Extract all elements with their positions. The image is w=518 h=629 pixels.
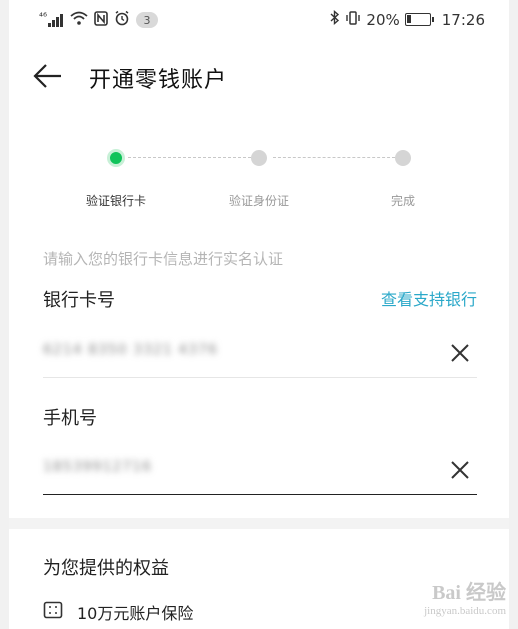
- bluetooth-icon: [330, 9, 340, 29]
- step-label-complete: 完成: [390, 194, 415, 208]
- phone-label: 手机号: [43, 408, 97, 429]
- step-dot-complete: [395, 150, 411, 166]
- page-title: 开通零钱账户: [89, 68, 228, 93]
- clear-card-number-button[interactable]: [447, 340, 473, 366]
- step-label-verify-card: 验证银行卡: [85, 194, 146, 208]
- arrow-left-icon: [33, 64, 61, 88]
- card-icon: [43, 601, 63, 623]
- baidu-jingyan-watermark: Bai 经验 jingyan.baidu.com: [424, 576, 506, 617]
- screen-edge-right: [509, 0, 518, 629]
- step-connector: [128, 157, 251, 158]
- phone-value: 18539912716: [43, 459, 152, 475]
- status-left: ⁴⁶ 3: [39, 10, 159, 30]
- step-dot-verify-id: [251, 150, 267, 166]
- notification-count-badge: 3: [136, 12, 159, 28]
- card-number-label: 银行卡号: [43, 290, 115, 311]
- battery-level-fill: [406, 15, 411, 23]
- benefit-text: 10万元账户保险: [77, 604, 194, 623]
- nfc-icon: [94, 10, 108, 30]
- close-icon: [451, 461, 469, 479]
- card-number-field[interactable]: 6214 8350 3321 4376: [43, 330, 477, 378]
- vibrate-icon: [345, 10, 361, 29]
- app-screen: ⁴⁶ 3 20% 17:26 开通零钱账户 验证银行卡 验证身份证 完成 请输入…: [0, 0, 518, 629]
- watermark-logo: Bai 经验: [432, 582, 506, 604]
- step-connector: [273, 157, 395, 158]
- clear-phone-button[interactable]: [447, 457, 473, 483]
- battery-percent: 20%: [366, 10, 400, 29]
- status-bar: ⁴⁶ 3 20% 17:26: [9, 0, 509, 40]
- benefits-title: 为您提供的权益: [43, 558, 169, 579]
- step-label-verify-id: 验证身份证: [228, 194, 289, 208]
- wifi-icon: [70, 11, 88, 29]
- status-time: 17:26: [441, 10, 485, 29]
- screen-edge-left: [0, 0, 9, 629]
- back-button[interactable]: [31, 60, 65, 92]
- battery-icon: [404, 13, 434, 26]
- progress-steps: 验证银行卡 验证身份证 完成: [9, 140, 509, 220]
- supported-banks-link[interactable]: 查看支持银行: [381, 286, 477, 310]
- close-icon: [451, 344, 469, 362]
- network-type: ⁴⁶: [39, 12, 48, 23]
- alarm-icon: [114, 10, 130, 30]
- phone-field[interactable]: 18539912716: [43, 447, 477, 495]
- top-app-bar: 开通零钱账户: [9, 52, 509, 100]
- form-hint: 请输入您的银行卡信息进行实名认证: [43, 250, 284, 268]
- phone-underline: [43, 494, 477, 495]
- status-right: 20% 17:26: [330, 9, 485, 29]
- section-divider: [9, 518, 509, 529]
- signal-icon: ⁴⁶: [39, 13, 64, 27]
- card-number-underline: [43, 377, 477, 378]
- benefit-item: 10万元账户保险: [43, 600, 193, 624]
- card-number-value: 6214 8350 3321 4376: [43, 342, 218, 358]
- watermark-url: jingyan.baidu.com: [424, 605, 506, 617]
- step-dot-verify-card: [107, 149, 125, 167]
